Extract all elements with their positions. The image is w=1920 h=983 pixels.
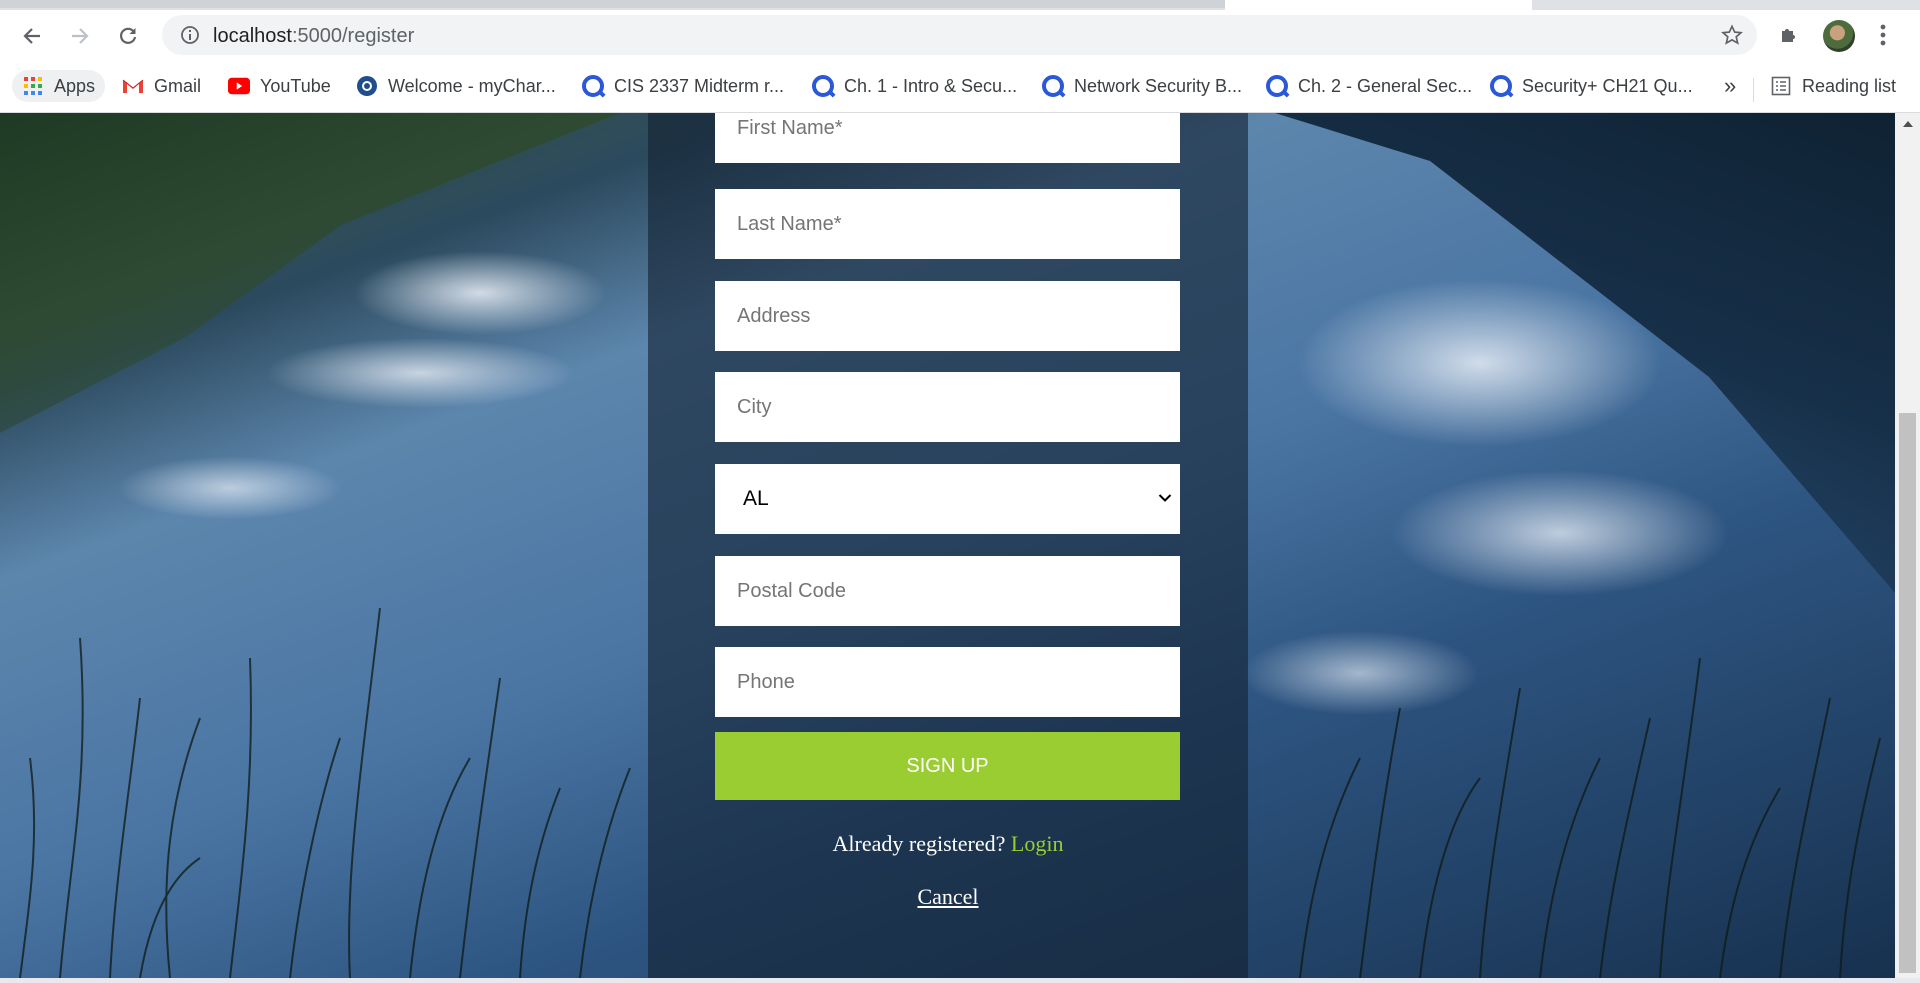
url-text[interactable]: localhost:5000/register xyxy=(213,25,414,48)
bookmark-quizlet-ch21[interactable]: Security+ CH21 Qu... xyxy=(1490,70,1693,102)
url-path: :5000/register xyxy=(291,25,415,47)
bookmark-label: YouTube xyxy=(260,75,331,96)
url-host: localhost xyxy=(213,25,292,47)
site-info-icon[interactable] xyxy=(180,25,200,50)
gmail-icon xyxy=(122,75,144,97)
browser-toolbar: localhost:5000/register xyxy=(0,10,1920,60)
bookmark-label: Welcome - myChar... xyxy=(388,75,556,96)
bookmark-gmail[interactable]: Gmail xyxy=(122,70,201,102)
quizlet-icon xyxy=(582,75,604,97)
quizlet-icon xyxy=(1042,75,1064,97)
quizlet-icon xyxy=(1266,75,1288,97)
window-bottom-edge xyxy=(0,978,1920,983)
quizlet-icon xyxy=(812,75,834,97)
chevron-down-icon xyxy=(1158,490,1172,508)
bookmark-label: Gmail xyxy=(154,75,202,96)
postal-code-placeholder: Postal Code xyxy=(737,579,846,602)
address-placeholder: Address xyxy=(737,304,811,327)
already-registered-line: Already registered? Login xyxy=(648,831,1248,857)
bookmark-label: Ch. 1 - Intro & Secu... xyxy=(844,75,1018,96)
city-placeholder: City xyxy=(737,395,772,418)
first-name-input[interactable]: First Name* xyxy=(715,113,1180,163)
address-bar[interactable]: localhost:5000/register xyxy=(162,15,1757,55)
page-background: First Name* Last Name* Address City AL P… xyxy=(0,113,1895,978)
bookmark-label: Network Security B... xyxy=(1074,75,1243,96)
extensions-puzzle-icon[interactable] xyxy=(1778,22,1802,51)
register-form-panel: First Name* Last Name* Address City AL P… xyxy=(648,113,1248,978)
bookmark-youtube[interactable]: YouTube xyxy=(228,70,331,102)
bookmarks-overflow-button[interactable]: » xyxy=(1724,70,1736,102)
reading-list-label: Reading list xyxy=(1802,75,1897,96)
last-name-input[interactable]: Last Name* xyxy=(715,189,1180,259)
already-registered-text: Already registered? xyxy=(832,831,1006,856)
active-tab[interactable] xyxy=(1225,0,1532,10)
page-scrollbar[interactable] xyxy=(1895,113,1920,978)
bookmark-label: Ch. 2 - General Sec... xyxy=(1298,75,1473,96)
bookmark-mychart[interactable]: Welcome - myChar... xyxy=(356,70,556,102)
cancel-link[interactable]: Cancel xyxy=(648,884,1248,910)
state-select[interactable]: AL xyxy=(715,464,1180,534)
signup-button[interactable]: SIGN UP xyxy=(715,732,1180,800)
bookmarks-divider xyxy=(1753,78,1754,102)
reload-icon[interactable] xyxy=(114,22,142,50)
reading-list-icon xyxy=(1770,75,1792,97)
bookmark-label: Security+ CH21 Qu... xyxy=(1522,75,1693,96)
scroll-up-arrow-icon[interactable] xyxy=(1903,121,1913,127)
bookmark-apps[interactable]: Apps xyxy=(12,70,106,102)
scrollbar-thumb[interactable] xyxy=(1899,413,1916,973)
login-link[interactable]: Login xyxy=(1011,831,1064,856)
back-icon[interactable] xyxy=(18,22,46,50)
youtube-icon xyxy=(228,75,250,97)
reading-list-button[interactable]: Reading list xyxy=(1770,70,1896,102)
last-name-placeholder: Last Name* xyxy=(737,212,842,235)
address-input[interactable]: Address xyxy=(715,281,1180,351)
phone-input[interactable]: Phone xyxy=(715,647,1180,717)
bookmark-quizlet-midterm[interactable]: CIS 2337 Midterm r... xyxy=(582,70,784,102)
city-input[interactable]: City xyxy=(715,372,1180,442)
bookmark-quizlet-ch1[interactable]: Ch. 1 - Intro & Secu... xyxy=(812,70,1017,102)
mychart-icon xyxy=(356,75,378,97)
tab-strip xyxy=(0,0,1920,10)
bookmark-label: CIS 2337 Midterm r... xyxy=(614,75,785,96)
postal-code-input[interactable]: Postal Code xyxy=(715,556,1180,626)
kebab-menu-icon[interactable] xyxy=(1878,22,1888,53)
bookmark-quizlet-ch2[interactable]: Ch. 2 - General Sec... xyxy=(1266,70,1472,102)
bookmarks-bar: Apps Gmail YouTube Welcome - myChar... C… xyxy=(0,60,1920,113)
bookmark-quizlet-network[interactable]: Network Security B... xyxy=(1042,70,1242,102)
bookmark-label: Apps xyxy=(54,75,96,96)
phone-placeholder: Phone xyxy=(737,670,795,693)
inactive-tab[interactable] xyxy=(0,0,1225,8)
quizlet-icon xyxy=(1490,75,1512,97)
mountain-reflection-left xyxy=(0,113,620,433)
apps-grid-icon xyxy=(22,75,44,97)
first-name-placeholder: First Name* xyxy=(737,116,843,139)
bookmark-star-icon[interactable] xyxy=(1721,24,1743,51)
state-selected-value: AL xyxy=(743,487,769,510)
profile-avatar[interactable] xyxy=(1823,20,1855,52)
forward-icon[interactable] xyxy=(66,22,94,50)
